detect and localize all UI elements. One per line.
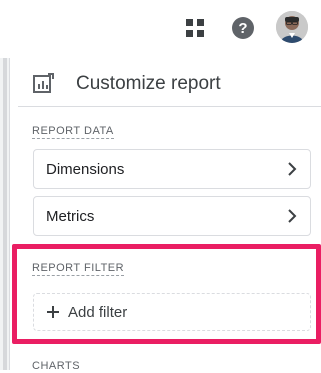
sidebar-resize-strip[interactable] [0, 58, 10, 370]
customize-report-panel: Customize report REPORT DATA Dimensions … [12, 58, 321, 372]
report-filter-highlight: REPORT FILTER Add filter [12, 244, 321, 344]
add-filter-label: Add filter [68, 303, 128, 321]
dimensions-label: Dimensions [46, 160, 125, 178]
section-label-report-filter: REPORT FILTER [32, 262, 125, 276]
dimensions-item[interactable]: Dimensions [33, 149, 311, 189]
top-bar: ? [0, 0, 321, 56]
header-divider [18, 106, 321, 107]
add-filter-button[interactable]: Add filter [33, 293, 311, 331]
chevron-right-icon [288, 209, 297, 223]
metrics-label: Metrics [46, 207, 95, 225]
section-label-charts: CHARTS [32, 360, 81, 372]
page-title: Customize report [76, 73, 221, 94]
metrics-item[interactable]: Metrics [33, 196, 311, 236]
chevron-right-icon [288, 162, 297, 176]
sidebar-handle[interactable] [3, 58, 7, 370]
help-icon[interactable]: ? [231, 16, 255, 40]
section-label-report-data: REPORT DATA [32, 125, 114, 139]
user-avatar[interactable] [276, 11, 308, 43]
report-chart-icon [33, 73, 54, 93]
plus-icon [47, 306, 59, 318]
apps-grid-icon[interactable] [184, 17, 206, 39]
svg-text:?: ? [238, 20, 247, 37]
panel-header: Customize report [32, 70, 221, 98]
